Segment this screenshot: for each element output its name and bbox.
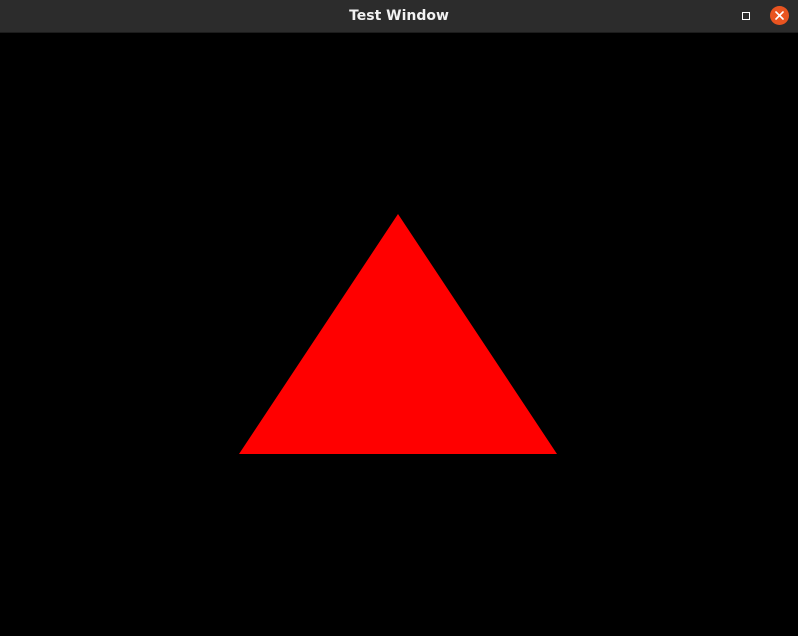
render-surface: [239, 214, 557, 454]
maximize-button[interactable]: [737, 7, 755, 25]
close-button[interactable]: [770, 6, 789, 25]
red-triangle: [239, 214, 557, 454]
close-icon: [775, 11, 784, 20]
window-title: Test Window: [349, 8, 449, 24]
title-bar[interactable]: Test Window: [0, 0, 798, 33]
maximize-icon: [742, 12, 750, 20]
app-window: Test Window: [0, 0, 798, 636]
render-canvas: [0, 33, 798, 636]
